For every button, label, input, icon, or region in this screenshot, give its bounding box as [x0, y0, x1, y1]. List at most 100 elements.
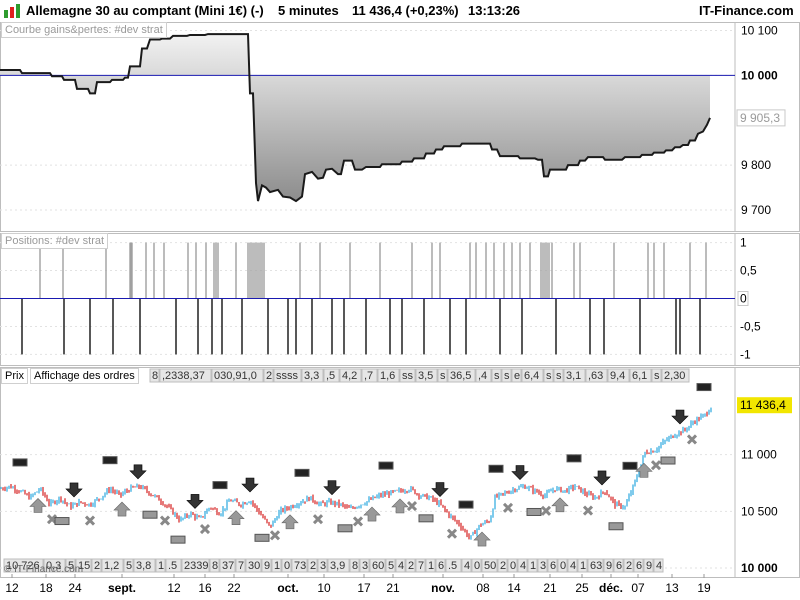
positions-y-tick-label: 0	[740, 292, 747, 306]
x-axis-date-label: sept.	[108, 581, 136, 595]
equity-panel-title: Courbe gains&pertes: #dev strat	[1, 22, 167, 38]
instrument-name: Allemagne 30 au comptant (Mini 1€) (-)	[26, 3, 264, 18]
order-cancel-x-icon	[502, 502, 514, 513]
order-marker-buy-market	[551, 497, 569, 513]
order-stop-bar	[566, 454, 582, 463]
order-bottom-label: 5	[388, 560, 394, 572]
x-axis-date-label: 17	[357, 581, 371, 595]
order-stop-bar	[418, 514, 434, 523]
order-marker-buy-market	[113, 501, 131, 517]
equity-y-tick-label: 10 100	[741, 23, 778, 37]
order-cancel-x-icon	[686, 434, 698, 445]
clock-time: 13:13:26	[468, 3, 521, 18]
order-marker-buy-stop	[526, 507, 542, 516]
order-bottom-label: 1	[158, 560, 164, 572]
x-axis-date-label: 12	[167, 581, 181, 595]
order-bottom-label: 3	[320, 560, 326, 572]
order-up-arrow-icon	[29, 498, 47, 513]
order-cancel-x-icon	[446, 528, 458, 539]
order-top-label: s	[546, 370, 552, 382]
order-marker-sell-market	[241, 477, 259, 493]
order-bottom-label: 9	[264, 560, 270, 572]
order-marker-buy-stop	[608, 522, 624, 531]
order-marker-buy-stop	[418, 514, 434, 523]
order-stop-bar	[608, 522, 624, 531]
order-marker-buy-limit	[502, 502, 514, 513]
order-top-label: ,5	[326, 370, 335, 382]
orders-panel-tab[interactable]: Affichage des ordres	[30, 368, 139, 384]
order-bottom-label: 6	[550, 560, 556, 572]
interval-label[interactable]: 5 minutes	[278, 3, 339, 18]
order-bottom-label: 7	[238, 560, 244, 572]
order-bottom-label: 1	[428, 560, 434, 572]
order-top-label: ,2338,37	[162, 370, 205, 382]
order-top-label: 1,6	[380, 370, 395, 382]
order-marker-sell-limit	[406, 500, 418, 512]
order-marker-buy-market	[227, 510, 245, 526]
order-cancel-x-icon	[84, 515, 96, 526]
order-marker-sell-stop	[102, 456, 118, 465]
order-bottom-label: 5	[126, 560, 132, 572]
order-stop-bar	[212, 481, 228, 490]
order-stop-bar	[294, 468, 310, 477]
x-axis-date-label: 13	[665, 581, 679, 595]
x-axis-date-label: 25	[575, 581, 589, 595]
order-marker-buy-market	[281, 514, 299, 530]
order-up-arrow-icon	[227, 510, 245, 526]
x-axis-date-label: 18	[39, 581, 53, 595]
order-marker-buy-stop	[142, 510, 158, 519]
order-bottom-label: 1	[580, 560, 586, 572]
order-marker-sell-market	[593, 470, 611, 486]
order-bottom-label: 50	[484, 560, 496, 572]
order-marker-sell-stop	[378, 461, 394, 470]
order-stop-bar	[660, 456, 676, 465]
order-stop-bar	[254, 533, 270, 542]
order-top-label: 6,1	[632, 370, 647, 382]
order-cancel-x-icon	[352, 516, 364, 527]
order-top-label: ssss	[276, 370, 299, 382]
order-bottom-label: 73	[294, 560, 306, 572]
order-bottom-label: 8	[352, 560, 358, 572]
x-axis-date-label: oct.	[277, 581, 298, 595]
order-bottom-label: 8	[212, 560, 218, 572]
order-marker-sell-market	[323, 480, 341, 496]
x-axis-date-label: nov.	[431, 581, 455, 595]
order-bottom-label: 0	[560, 560, 566, 572]
order-marker-buy-limit	[446, 528, 458, 539]
x-axis-date-label: 10	[317, 581, 331, 595]
order-top-label: 6,4	[524, 370, 539, 382]
order-cancel-x-icon	[159, 515, 171, 526]
order-bottom-label: 9	[606, 560, 612, 572]
x-axis-date-label: 21	[543, 581, 557, 595]
order-bottom-label: 1,2	[104, 560, 119, 572]
order-cancel-x-icon	[269, 530, 281, 541]
last-price-label: 11 436,4	[740, 398, 786, 412]
equity-y-tick-label: 9 700	[741, 203, 771, 217]
order-bottom-label: 6	[616, 560, 622, 572]
order-down-arrow-icon	[671, 409, 689, 425]
order-bottom-label: 2	[310, 560, 316, 572]
chart-canvas[interactable]: 10 10010 0009 8009 7009 905,310,50-0,5-1…	[0, 22, 800, 600]
order-bottom-label: 6	[438, 560, 444, 572]
order-marker-buy-limit	[199, 523, 211, 535]
order-marker-buy-market	[363, 506, 381, 522]
order-down-arrow-icon	[431, 482, 449, 497]
x-axis-date-label: 19	[697, 581, 711, 595]
order-marker-sell-limit	[269, 530, 281, 541]
order-marker-buy-limit	[582, 505, 594, 516]
order-top-label: e	[514, 370, 520, 382]
order-down-arrow-icon	[65, 482, 83, 498]
order-bottom-label: 0	[284, 560, 290, 572]
order-bottom-label: 4	[570, 560, 576, 572]
price-panel-tab[interactable]: Prix	[1, 368, 28, 384]
order-top-label: 3,3	[304, 370, 319, 382]
positions-y-tick-label: -1	[740, 347, 751, 361]
x-axis-date-label: 22	[227, 581, 241, 595]
order-marker-buy-market	[29, 498, 47, 513]
order-stop-bar	[142, 510, 158, 519]
last-price-change: 11 436,4 (+0,23%)	[352, 3, 459, 18]
copyright-watermark: © IT-Finance.com	[4, 564, 83, 575]
order-stop-bar	[378, 461, 394, 470]
order-bottom-label: 7	[418, 560, 424, 572]
order-marker-buy-stop	[54, 517, 70, 526]
